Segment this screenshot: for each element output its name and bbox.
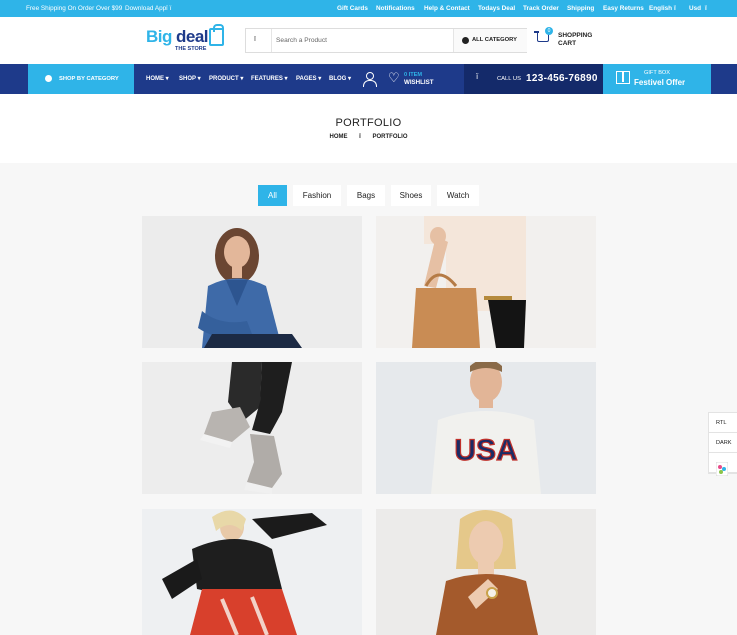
portfolio-item-woman-denim-shirt[interactable] — [142, 216, 362, 348]
header: Big deal THE STORE ï ALL CATEGORY 0 SHOP… — [0, 17, 737, 64]
portfolio-item-woman-brown-jacket-watch[interactable] — [376, 509, 596, 635]
page-title-section: PORTFOLIO HOME ï PORTFOLIO — [0, 94, 737, 163]
nav-shop[interactable]: SHOP ▾ — [179, 75, 201, 82]
dark-mode-toggle[interactable]: DARK — [709, 433, 737, 453]
rtl-toggle[interactable]: RTL — [709, 413, 737, 433]
color-palette-icon — [716, 462, 728, 476]
nav-shop-label: SHOP — [179, 76, 196, 82]
call-us-label: CALL US — [497, 76, 521, 82]
filter-bags[interactable]: Bags — [347, 185, 385, 206]
filter-watch[interactable]: Watch — [437, 185, 479, 206]
nav-features[interactable]: FEATURES ▾ — [251, 75, 288, 82]
festival-offer-label: Festivel Offer — [634, 78, 686, 87]
woman-tan-handbag-image — [412, 216, 526, 348]
shopping-bag-logo-icon — [209, 24, 224, 46]
track-order-link[interactable]: Track Order — [523, 5, 559, 12]
gift-icon — [616, 71, 630, 84]
nav-features-label: FEATURES — [251, 76, 283, 82]
search-icon[interactable]: ï — [254, 36, 256, 43]
filter-fashion[interactable]: Fashion — [293, 185, 341, 206]
call-us-box: ï CALL US 123-456-76890 — [464, 64, 603, 94]
cart-count-badge: 0 — [545, 27, 553, 35]
logo-text-deal: deal — [176, 27, 209, 46]
top-bar: Free Shipping On Order Over $99 Download… — [0, 0, 737, 17]
shop-by-category-label: SHOP BY CATEGORY — [59, 76, 119, 82]
phone-number[interactable]: 123-456-76890 — [526, 73, 598, 84]
currency-select[interactable]: Usd — [689, 5, 701, 12]
main-nav: SHOP BY CATEGORY HOME ▾ SHOP ▾ PRODUCT ▾… — [0, 64, 737, 94]
nav-home[interactable]: HOME ▾ — [146, 75, 169, 82]
filter-shoes[interactable]: Shoes — [391, 185, 431, 206]
search-bar: ï ALL CATEGORY — [245, 28, 527, 53]
cart-label-line2: CART — [558, 40, 577, 47]
language-select[interactable]: English — [649, 5, 672, 12]
nav-home-label: HOME — [146, 76, 164, 82]
logo[interactable]: Big deal THE STORE — [146, 24, 226, 57]
todays-deal-link[interactable]: Todays Deal — [478, 5, 515, 12]
wishlist-label[interactable]: WISHLIST — [404, 79, 434, 86]
language-chevron-icon: ï — [674, 5, 676, 12]
portfolio-item-sneakers-jeans[interactable] — [142, 362, 362, 494]
breadcrumb-current: PORTFOLIO — [372, 134, 408, 140]
user-account-icon[interactable] — [363, 72, 377, 87]
nav-product[interactable]: PRODUCT ▾ — [209, 75, 243, 82]
category-label: ALL CATEGORY — [472, 37, 517, 43]
nav-product-label: PRODUCT — [209, 76, 239, 82]
nav-pages-label: PAGES — [296, 76, 317, 82]
easy-returns-link[interactable]: Easy Returns — [603, 5, 644, 12]
breadcrumb: HOME ï PORTFOLIO — [0, 134, 737, 140]
portfolio-item-woman-jumping-jacket[interactable] — [142, 509, 362, 635]
woman-denim-shirt-image — [198, 228, 302, 348]
category-icon — [462, 37, 469, 44]
heart-icon[interactable]: ♡ — [388, 71, 400, 85]
category-select[interactable]: ALL CATEGORY — [453, 29, 527, 52]
logo-text-big: Big — [146, 27, 172, 46]
wishlist-count[interactable]: 0 ITEM — [404, 72, 422, 78]
gift-box-label: GIFT BOX — [644, 70, 671, 76]
shopping-cart[interactable]: 0 SHOPPING CART — [534, 27, 607, 53]
app-store-icons[interactable]: ï ï — [166, 5, 171, 12]
free-shipping-text: Free Shipping On Order Over $99 — [26, 5, 123, 12]
shop-by-category-button[interactable]: SHOP BY CATEGORY — [28, 64, 134, 94]
man-usa-sweater-image: USA — [431, 362, 541, 494]
notifications-link[interactable]: Notifications — [376, 5, 415, 12]
nav-blog[interactable]: BLOG ▾ — [329, 75, 351, 82]
side-settings-panel: RTL DARK — [708, 412, 737, 476]
svg-text:USA: USA — [454, 434, 517, 467]
page-title: PORTFOLIO — [335, 117, 402, 129]
woman-jumping-jacket-image — [162, 510, 327, 635]
shipping-link[interactable]: Shipping — [567, 5, 594, 12]
currency-chevron-icon: ï — [705, 5, 707, 12]
download-app-link[interactable]: Download App — [125, 5, 166, 12]
phone-icon: ï — [476, 72, 479, 81]
logo-tagline: THE STORE — [175, 46, 207, 52]
gift-cards-link[interactable]: Gift Cards — [337, 5, 368, 12]
search-input[interactable] — [276, 33, 446, 48]
category-grid-icon — [45, 75, 52, 82]
nav-blog-label: BLOG — [329, 76, 347, 82]
help-contact-link[interactable]: Help & Contact — [424, 5, 470, 12]
portfolio-item-woman-tan-handbag[interactable] — [376, 216, 596, 348]
breadcrumb-separator-icon: ï — [359, 134, 361, 140]
sneakers-jeans-image — [200, 362, 292, 494]
portfolio-item-man-usa-sweater[interactable]: USA — [376, 362, 596, 494]
filter-all[interactable]: All — [258, 185, 287, 206]
gift-box-offer[interactable]: GIFT BOX Festivel Offer — [603, 64, 711, 94]
cart-label-line1: SHOPPING — [558, 32, 593, 39]
woman-brown-jacket-watch-image — [436, 510, 538, 635]
search-divider — [271, 29, 272, 52]
breadcrumb-home[interactable]: HOME — [329, 134, 347, 140]
nav-pages[interactable]: PAGES ▾ — [296, 75, 321, 82]
